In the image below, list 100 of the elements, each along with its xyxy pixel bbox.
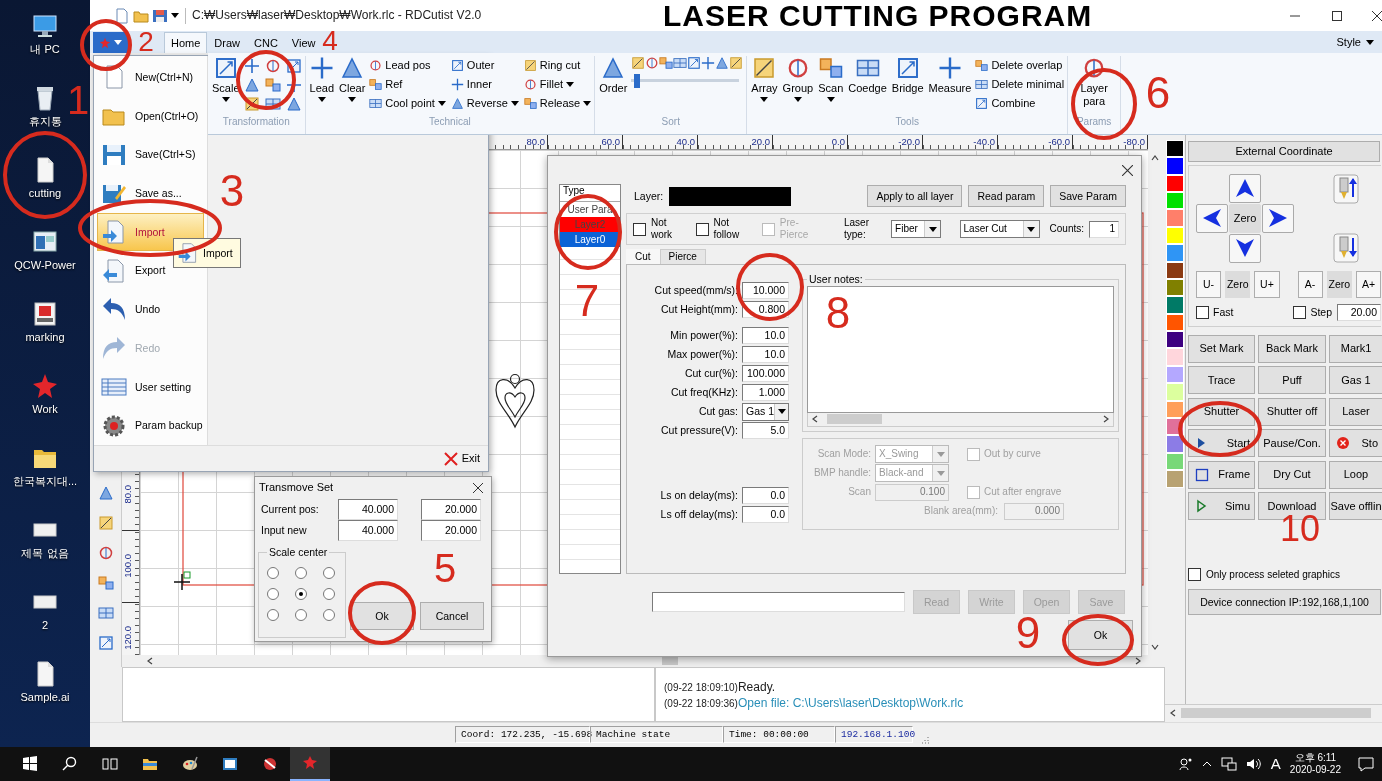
tool-icon[interactable] — [687, 56, 702, 71]
dialog-button[interactable]: Ok — [350, 602, 414, 630]
ribbon-button[interactable]: Layer para — [1071, 56, 1118, 109]
jog-button[interactable] — [1196, 203, 1228, 233]
ribbon-tab[interactable]: Draw — [207, 32, 247, 54]
device-connection-button[interactable]: Device connection IP:192,168,1,100 — [1188, 589, 1381, 616]
folder-icon[interactable] — [142, 756, 158, 772]
ribbon-button[interactable]: Ref — [369, 78, 446, 92]
axis-button[interactable]: U+ — [1254, 270, 1280, 298]
scrollbar-thumb[interactable] — [1181, 708, 1371, 719]
ribbon-button[interactable]: Measure — [927, 56, 973, 96]
radio-button[interactable] — [295, 608, 307, 621]
notification-icon[interactable] — [1358, 756, 1374, 772]
ribbon-button[interactable]: Order — [598, 56, 629, 96]
control-button[interactable]: Trace — [1188, 366, 1255, 395]
control-button[interactable]: Save offlin — [1329, 492, 1382, 521]
control-button[interactable]: Gas 1 — [1329, 366, 1382, 395]
ribbon-button[interactable]: Outer — [450, 59, 519, 73]
tool-icon[interactable] — [243, 76, 260, 93]
control-button[interactable]: Back Mark — [1258, 334, 1326, 363]
windows-logo-icon[interactable] — [22, 756, 38, 772]
control-button[interactable]: Mark1 — [1329, 334, 1382, 363]
input-field[interactable]: 100.000 — [742, 365, 789, 382]
dialog-button[interactable]: Cancel — [420, 602, 484, 630]
jog-button[interactable] — [1262, 203, 1294, 233]
app-menu-button[interactable] — [93, 32, 128, 54]
control-button[interactable]: Loop — [1329, 460, 1382, 489]
ribbon-tab[interactable]: CNC — [247, 32, 285, 54]
control-button[interactable]: Simu — [1188, 492, 1255, 521]
ribbon-button[interactable]: Array — [750, 56, 779, 103]
input-indicator[interactable]: A — [1270, 755, 1281, 773]
input-field[interactable]: 10.0 — [742, 346, 789, 363]
menu-item[interactable]: Undo — [97, 290, 204, 329]
chevron-right-icon[interactable] — [1102, 415, 1110, 424]
color-swatch[interactable] — [1166, 383, 1184, 401]
axis-button[interactable]: Zero — [1225, 270, 1251, 298]
tool-icon[interactable] — [285, 95, 302, 112]
ribbon-button[interactable]: Lead — [308, 56, 335, 103]
search-icon[interactable] — [62, 756, 78, 772]
input-field[interactable]: 1.000 — [742, 384, 789, 401]
task-view-icon[interactable] — [102, 756, 118, 772]
menu-item[interactable]: User setting — [97, 367, 204, 407]
input-field[interactable]: 10.000 — [742, 282, 789, 299]
tool-icon[interactable] — [264, 95, 281, 112]
ribbon-button[interactable]: Clear — [338, 56, 367, 103]
axis-button[interactable]: U- — [1196, 270, 1222, 298]
ribbon-button[interactable]: Fillet — [523, 78, 592, 92]
exit-button[interactable]: Exit — [443, 451, 480, 466]
person-icon[interactable] — [1178, 757, 1193, 771]
radio-button[interactable] — [267, 587, 279, 600]
control-button[interactable]: Pause/Con. — [1258, 429, 1326, 458]
style-menu[interactable]: Style — [1336, 32, 1382, 54]
input-field[interactable]: 20.000 — [421, 520, 481, 541]
checkbox[interactable] — [695, 222, 709, 236]
menu-item[interactable]: Param backup — [97, 406, 204, 445]
control-button[interactable]: Set Mark — [1188, 334, 1255, 363]
clock-time[interactable]: 오후 6:11 — [1294, 751, 1337, 764]
chevron-left-icon[interactable] — [1169, 709, 1177, 718]
input-field[interactable]: 5.0 — [742, 422, 789, 439]
tool-icon[interactable] — [645, 56, 660, 71]
dropdown[interactable]: Gas 1 — [742, 402, 789, 421]
menu-item[interactable]: New(Ctrl+N) — [97, 58, 204, 97]
jog-button[interactable] — [1229, 233, 1261, 263]
ribbon-button[interactable]: Delete minimal — [975, 78, 1065, 92]
close-icon[interactable] — [1122, 164, 1133, 176]
menu-item[interactable]: Export — [97, 251, 204, 291]
scrollbar-thumb[interactable] — [827, 414, 882, 425]
step-field[interactable]: 20.00 — [1337, 303, 1381, 321]
ribbon-button[interactable]: Coedge — [847, 56, 888, 96]
tool-icon[interactable] — [97, 634, 114, 651]
color-swatch[interactable] — [1166, 348, 1184, 366]
radio-button[interactable] — [323, 566, 335, 579]
color-swatch[interactable] — [1166, 209, 1184, 227]
paint-palette-icon[interactable] — [182, 756, 198, 772]
tool-icon[interactable] — [97, 544, 114, 561]
radio-button[interactable] — [295, 566, 307, 579]
ribbon-button[interactable]: Inner — [450, 78, 519, 92]
external-coordinate-button[interactable]: External Coordinate — [1188, 140, 1380, 162]
layer-list-item[interactable]: Layer0 — [560, 232, 620, 247]
tool-icon[interactable] — [243, 57, 260, 74]
volume-icon[interactable] — [1245, 757, 1262, 771]
slider-thumb[interactable] — [634, 74, 641, 89]
ribbon-button[interactable]: Reverse — [450, 97, 519, 111]
color-swatch[interactable] — [1166, 244, 1184, 262]
color-swatch[interactable] — [1166, 296, 1184, 314]
heart-pendant-drawing[interactable] — [495, 373, 535, 428]
ribbon-tab[interactable]: Home — [164, 32, 208, 54]
ribbon-button[interactable]: Release — [523, 97, 592, 111]
radio-button[interactable] — [267, 566, 279, 579]
input-field[interactable]: 0.0 — [742, 487, 789, 504]
axis-button[interactable]: A+ — [1355, 270, 1382, 298]
ribbon-button[interactable]: Combine — [975, 97, 1065, 111]
radio-button[interactable] — [267, 608, 279, 621]
checkbox[interactable] — [1188, 568, 1201, 582]
color-swatch[interactable] — [1166, 331, 1184, 349]
input-field[interactable]: 40.000 — [338, 499, 398, 520]
color-swatch[interactable] — [1166, 139, 1184, 158]
chevron-left-icon[interactable] — [811, 415, 819, 424]
input-field[interactable]: 20.000 — [421, 499, 481, 520]
ribbon-button[interactable]: Delete overlap — [975, 59, 1065, 73]
